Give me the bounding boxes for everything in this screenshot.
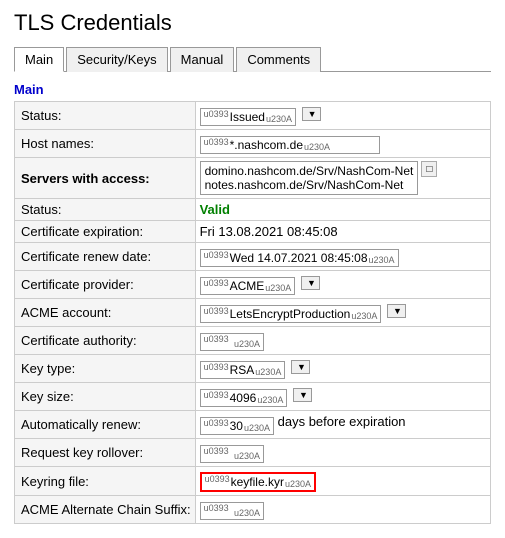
cell-status: Issued ▼ xyxy=(195,102,490,130)
section-title: Main xyxy=(14,82,491,97)
form-table: Status: Issued ▼ Host names: *.nashcom.d… xyxy=(14,101,491,524)
cell-cert-authority xyxy=(195,327,490,355)
field-cert-provider[interactable]: ACME xyxy=(200,277,296,295)
row-cert-provider: Certificate provider: ACME ▼ xyxy=(15,271,491,299)
field-key-rollover[interactable] xyxy=(200,445,264,463)
field-keyring[interactable]: keyfile.kyr xyxy=(200,472,316,492)
label-cert-provider: Certificate provider: xyxy=(15,271,196,299)
row-hostnames: Host names: *.nashcom.de xyxy=(15,130,491,158)
server-item: domino.nashcom.de/Srv/NashCom-Net xyxy=(205,164,414,178)
chevron-down-icon: ▼ xyxy=(307,278,316,288)
auto-renew-suffix: days before expiration xyxy=(278,414,406,429)
label-acme-account: ACME account: xyxy=(15,299,196,327)
row-acme-account: ACME account: LetsEncryptProduction ▼ xyxy=(15,299,491,327)
servers-expand-button[interactable]: □ xyxy=(421,161,437,177)
dropdown-key-size[interactable]: ▼ xyxy=(293,388,312,402)
label-cert-renew: Certificate renew date: xyxy=(15,243,196,271)
label-status-2: Status: xyxy=(15,199,196,221)
cert-expiry-value: Fri 13.08.2021 08:45:08 xyxy=(200,224,338,239)
row-auto-renew: Automatically renew: 30 days before expi… xyxy=(15,411,491,439)
cell-status-valid: Valid xyxy=(195,199,490,221)
cell-acme-account: LetsEncryptProduction ▼ xyxy=(195,299,490,327)
label-acme-chain: ACME Alternate Chain Suffix: xyxy=(15,496,196,524)
row-cert-expiry: Certificate expiration: Fri 13.08.2021 0… xyxy=(15,221,491,243)
label-status: Status: xyxy=(15,102,196,130)
tab-bar: Main Security/Keys Manual Comments xyxy=(14,46,491,72)
cell-key-type: RSA ▼ xyxy=(195,355,490,383)
label-cert-authority: Certificate authority: xyxy=(15,327,196,355)
row-cert-renew: Certificate renew date: Wed 14.07.2021 0… xyxy=(15,243,491,271)
cell-keyring: keyfile.kyr xyxy=(195,467,490,496)
row-key-size: Key size: 4096 ▼ xyxy=(15,383,491,411)
status-valid-text: Valid xyxy=(200,202,230,217)
row-keyring: Keyring file: keyfile.kyr xyxy=(15,467,491,496)
tab-security-keys[interactable]: Security/Keys xyxy=(66,47,167,72)
field-key-size[interactable]: 4096 xyxy=(200,389,288,407)
servers-box: domino.nashcom.de/Srv/NashCom-Net notes.… xyxy=(200,161,486,195)
row-cert-authority: Certificate authority: xyxy=(15,327,491,355)
field-key-type[interactable]: RSA xyxy=(200,361,286,379)
row-key-type: Key type: RSA ▼ xyxy=(15,355,491,383)
cell-key-size: 4096 ▼ xyxy=(195,383,490,411)
label-keyring: Keyring file: xyxy=(15,467,196,496)
tab-main[interactable]: Main xyxy=(14,47,64,72)
field-hostnames[interactable]: *.nashcom.de xyxy=(200,136,380,154)
page-title: TLS Credentials xyxy=(14,10,491,36)
dropdown-key-type[interactable]: ▼ xyxy=(291,360,310,374)
label-servers: Servers with access: xyxy=(15,158,196,199)
label-key-rollover: Request key rollover: xyxy=(15,439,196,467)
chevron-down-icon: ▼ xyxy=(299,390,308,400)
tab-comments[interactable]: Comments xyxy=(236,47,321,72)
cell-cert-provider: ACME ▼ xyxy=(195,271,490,299)
chevron-down-icon: ▼ xyxy=(393,306,402,316)
cell-servers: domino.nashcom.de/Srv/NashCom-Net notes.… xyxy=(195,158,490,199)
label-key-size: Key size: xyxy=(15,383,196,411)
field-acme-account[interactable]: LetsEncryptProduction xyxy=(200,305,382,323)
page-container: TLS Credentials Main Security/Keys Manua… xyxy=(0,0,505,538)
row-key-rollover: Request key rollover: xyxy=(15,439,491,467)
dropdown-status[interactable]: ▼ xyxy=(302,107,321,121)
field-acme-chain[interactable] xyxy=(200,502,264,520)
row-acme-chain: ACME Alternate Chain Suffix: xyxy=(15,496,491,524)
server-list[interactable]: domino.nashcom.de/Srv/NashCom-Net notes.… xyxy=(200,161,419,195)
cell-acme-chain xyxy=(195,496,490,524)
chevron-down-icon: ▼ xyxy=(308,109,317,119)
field-auto-renew[interactable]: 30 xyxy=(200,417,274,435)
dropdown-acme-account[interactable]: ▼ xyxy=(387,304,406,318)
label-key-type: Key type: xyxy=(15,355,196,383)
cell-cert-renew: Wed 14.07.2021 08:45:08 xyxy=(195,243,490,271)
row-servers: Servers with access: domino.nashcom.de/S… xyxy=(15,158,491,199)
field-cert-renew[interactable]: Wed 14.07.2021 08:45:08 xyxy=(200,249,399,267)
cell-key-rollover xyxy=(195,439,490,467)
chevron-down-icon: ▼ xyxy=(297,362,306,372)
label-cert-expiry: Certificate expiration: xyxy=(15,221,196,243)
field-status[interactable]: Issued xyxy=(200,108,296,126)
label-auto-renew: Automatically renew: xyxy=(15,411,196,439)
cell-cert-expiry: Fri 13.08.2021 08:45:08 xyxy=(195,221,490,243)
row-status-valid: Status: Valid xyxy=(15,199,491,221)
tab-manual[interactable]: Manual xyxy=(170,47,235,72)
server-item: notes.nashcom.de/Srv/NashCom-Net xyxy=(205,178,414,192)
dropdown-cert-provider[interactable]: ▼ xyxy=(301,276,320,290)
row-status: Status: Issued ▼ xyxy=(15,102,491,130)
label-hostnames: Host names: xyxy=(15,130,196,158)
field-cert-authority[interactable] xyxy=(200,333,264,351)
cell-hostnames: *.nashcom.de xyxy=(195,130,490,158)
cell-auto-renew: 30 days before expiration xyxy=(195,411,490,439)
